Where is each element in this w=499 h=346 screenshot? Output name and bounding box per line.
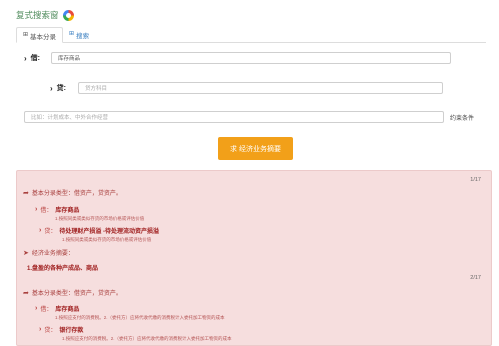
constraint-row: 比如：计划成本、中外合作经营 约束条件 <box>24 111 474 123</box>
results-panel: 1/17 ➦ 基本分录类型：借资产，贷资产。 › 借： 库存商品 1.按照同类或… <box>16 170 492 346</box>
logo-icon <box>62 9 74 21</box>
page-title: 复式搜索窗 <box>16 9 74 21</box>
debit-input[interactable]: 库存商品 <box>51 52 452 64</box>
chevron-right-icon: › <box>39 227 42 234</box>
debit-account: 库存商品 <box>55 208 80 214</box>
credit-note: 1.按照应支付的消费税。2.（委托方）应将代收代缴的消费税计入委托加工物资的成本 <box>62 336 232 341</box>
debit-label: › 借: <box>24 53 41 63</box>
biz-summary-label: ➤ 经济业务摘要： <box>23 249 74 258</box>
chevron-right-icon: › <box>24 53 27 63</box>
chevron-right-icon: › <box>39 326 42 333</box>
tab-label: 搜索 <box>76 33 90 40</box>
share-icon: ➤ <box>23 249 29 257</box>
entry-icon: ➦ <box>23 289 29 297</box>
tab-bar: ⊞ 基本分录 ⊞ 搜索 <box>16 27 486 43</box>
tab-label: 基本分录 <box>30 34 57 41</box>
page-indicator: 1/17 <box>470 177 481 183</box>
credit-note: 1.按照同类或类似存货的市场价格或评估价值 <box>62 237 152 242</box>
credit-input[interactable]: 贷方科目 <box>78 82 444 94</box>
entry-icon: ➦ <box>23 189 29 197</box>
credit-entry: › 贷： 待处理财产损溢 -待处理流动资产损溢 <box>39 227 160 235</box>
tab-basic-entry[interactable]: ⊞ 基本分录 <box>16 27 64 43</box>
credit-account: 待处理财产损溢 -待处理流动资产损溢 <box>59 229 160 235</box>
debit-note: 1.按照应支付的消费税。2.（委托方）应将代收代缴的消费税计入委托加工物资的成本 <box>55 315 225 320</box>
debit-account: 库存商品 <box>55 307 80 313</box>
grid-icon: ⊞ <box>23 32 29 38</box>
page-title-text: 复式搜索窗 <box>16 10 59 20</box>
entry-type: ➦ 基本分录类型：借资产，贷资产。 <box>23 289 122 298</box>
constraint-label: 约束条件 <box>450 115 475 122</box>
credit-row: › 贷: 贷方科目 <box>50 82 444 94</box>
biz-summary-value: 1.盘盈的各种产成品、商品 <box>27 266 99 272</box>
debit-row: › 借: 库存商品 <box>24 52 452 64</box>
credit-label: › 贷: <box>50 83 67 93</box>
grid-icon: ⊞ <box>69 31 75 37</box>
debit-entry: › 借： 库存商品 <box>35 305 80 313</box>
entry-type: ➦ 基本分录类型：借资产，贷资产。 <box>23 189 122 198</box>
tab-search[interactable]: ⊞ 搜索 <box>63 27 95 43</box>
credit-entry: › 贷： 银行存款 <box>39 326 84 334</box>
submit-button[interactable]: 求 经济业务摘要 <box>218 137 293 160</box>
constraint-input[interactable]: 比如：计划成本、中外合作经营 <box>24 111 444 123</box>
chevron-right-icon: › <box>50 83 53 93</box>
debit-entry: › 借： 库存商品 <box>35 206 80 214</box>
chevron-right-icon: › <box>35 206 38 213</box>
chevron-right-icon: › <box>35 305 38 312</box>
page-indicator: 2/17 <box>470 275 481 281</box>
debit-note: 1.按照同类或类似存货的市场价格或评估价值 <box>55 216 145 221</box>
credit-account: 银行存款 <box>59 328 84 334</box>
